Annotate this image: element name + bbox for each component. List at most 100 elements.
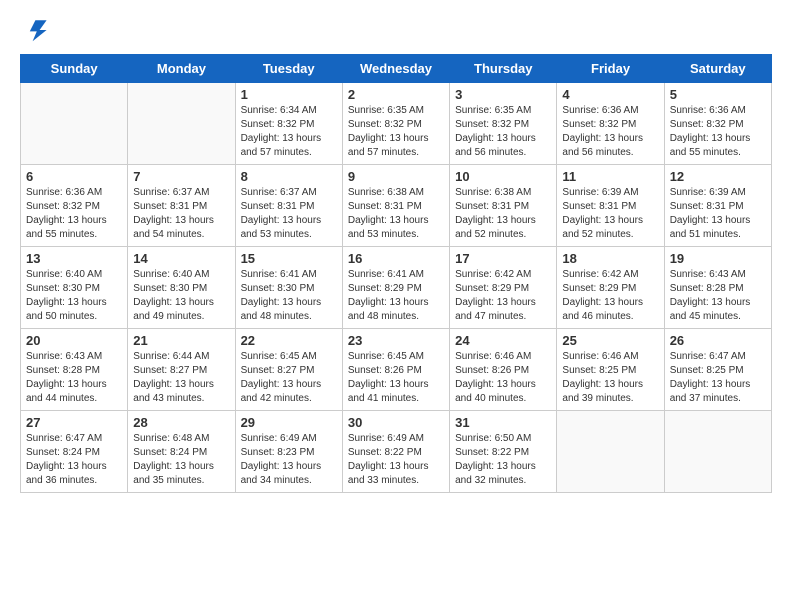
calendar-cell: 21 Sunrise: 6:44 AM Sunset: 8:27 PM Dayli… (128, 329, 235, 411)
calendar-cell (557, 411, 664, 493)
calendar-cell: 9 Sunrise: 6:38 AM Sunset: 8:31 PM Daylig… (342, 165, 449, 247)
calendar-cell: 28 Sunrise: 6:48 AM Sunset: 8:24 PM Dayli… (128, 411, 235, 493)
day-number: 9 (348, 169, 444, 184)
calendar-cell: 25 Sunrise: 6:46 AM Sunset: 8:25 PM Dayli… (557, 329, 664, 411)
calendar-cell: 12 Sunrise: 6:39 AM Sunset: 8:31 PM Dayli… (664, 165, 771, 247)
calendar-cell (128, 83, 235, 165)
header (20, 16, 772, 44)
day-number: 30 (348, 415, 444, 430)
day-info: Sunrise: 6:46 AM Sunset: 8:26 PM Dayligh… (455, 350, 551, 406)
calendar-week-row: 13Sunrise: 6:40 AM Sunset: 8:30 PM Dayli… (21, 247, 772, 329)
day-number: 25 (562, 333, 658, 348)
day-info: Sunrise: 6:38 AM Sunset: 8:31 PM Dayligh… (455, 186, 551, 242)
day-info: Sunrise: 6:41 AM Sunset: 8:29 PM Dayligh… (348, 268, 444, 324)
day-info: Sunrise: 6:42 AM Sunset: 8:29 PM Dayligh… (455, 268, 551, 324)
day-number: 23 (348, 333, 444, 348)
day-info: Sunrise: 6:49 AM Sunset: 8:23 PM Dayligh… (241, 432, 337, 488)
day-info: Sunrise: 6:36 AM Sunset: 8:32 PM Dayligh… (670, 104, 766, 160)
day-number: 12 (670, 169, 766, 184)
day-info: Sunrise: 6:36 AM Sunset: 8:32 PM Dayligh… (26, 186, 122, 242)
calendar-cell: 4 Sunrise: 6:36 AM Sunset: 8:32 PM Daylig… (557, 83, 664, 165)
day-number: 10 (455, 169, 551, 184)
day-number: 14 (133, 251, 229, 266)
calendar-cell: 22 Sunrise: 6:45 AM Sunset: 8:27 PM Dayli… (235, 329, 342, 411)
day-info: Sunrise: 6:46 AM Sunset: 8:25 PM Dayligh… (562, 350, 658, 406)
calendar-cell: 20Sunrise: 6:43 AM Sunset: 8:28 PM Dayli… (21, 329, 128, 411)
calendar-cell: 13Sunrise: 6:40 AM Sunset: 8:30 PM Dayli… (21, 247, 128, 329)
weekday-header-friday: Friday (557, 55, 664, 83)
day-info: Sunrise: 6:50 AM Sunset: 8:22 PM Dayligh… (455, 432, 551, 488)
day-info: Sunrise: 6:44 AM Sunset: 8:27 PM Dayligh… (133, 350, 229, 406)
calendar-week-row: 1 Sunrise: 6:34 AM Sunset: 8:32 PM Daylig… (21, 83, 772, 165)
logo-icon (20, 16, 48, 44)
weekday-header-tuesday: Tuesday (235, 55, 342, 83)
day-number: 4 (562, 87, 658, 102)
calendar-cell: 30 Sunrise: 6:49 AM Sunset: 8:22 PM Dayli… (342, 411, 449, 493)
day-number: 21 (133, 333, 229, 348)
day-number: 6 (26, 169, 122, 184)
day-info: Sunrise: 6:40 AM Sunset: 8:30 PM Dayligh… (26, 268, 122, 324)
day-info: Sunrise: 6:39 AM Sunset: 8:31 PM Dayligh… (670, 186, 766, 242)
calendar-cell: 11 Sunrise: 6:39 AM Sunset: 8:31 PM Dayli… (557, 165, 664, 247)
calendar-cell: 23Sunrise: 6:45 AM Sunset: 8:26 PM Dayli… (342, 329, 449, 411)
calendar-cell: 8 Sunrise: 6:37 AM Sunset: 8:31 PM Daylig… (235, 165, 342, 247)
calendar-table: SundayMondayTuesdayWednesdayThursdayFrid… (20, 54, 772, 493)
logo (20, 16, 52, 44)
calendar-week-row: 6 Sunrise: 6:36 AM Sunset: 8:32 PM Daylig… (21, 165, 772, 247)
day-number: 22 (241, 333, 337, 348)
day-info: Sunrise: 6:35 AM Sunset: 8:32 PM Dayligh… (455, 104, 551, 160)
day-number: 17 (455, 251, 551, 266)
day-info: Sunrise: 6:47 AM Sunset: 8:24 PM Dayligh… (26, 432, 122, 488)
day-info: Sunrise: 6:36 AM Sunset: 8:32 PM Dayligh… (562, 104, 658, 160)
calendar-cell: 5 Sunrise: 6:36 AM Sunset: 8:32 PM Daylig… (664, 83, 771, 165)
day-number: 28 (133, 415, 229, 430)
day-number: 5 (670, 87, 766, 102)
day-info: Sunrise: 6:43 AM Sunset: 8:28 PM Dayligh… (26, 350, 122, 406)
day-info: Sunrise: 6:43 AM Sunset: 8:28 PM Dayligh… (670, 268, 766, 324)
day-number: 15 (241, 251, 337, 266)
calendar-cell: 15Sunrise: 6:41 AM Sunset: 8:30 PM Dayli… (235, 247, 342, 329)
day-number: 19 (670, 251, 766, 266)
calendar-cell: 7Sunrise: 6:37 AM Sunset: 8:31 PM Daylig… (128, 165, 235, 247)
day-info: Sunrise: 6:34 AM Sunset: 8:32 PM Dayligh… (241, 104, 337, 160)
calendar-cell: 26Sunrise: 6:47 AM Sunset: 8:25 PM Dayli… (664, 329, 771, 411)
day-info: Sunrise: 6:49 AM Sunset: 8:22 PM Dayligh… (348, 432, 444, 488)
day-number: 11 (562, 169, 658, 184)
day-info: Sunrise: 6:38 AM Sunset: 8:31 PM Dayligh… (348, 186, 444, 242)
calendar-cell: 27Sunrise: 6:47 AM Sunset: 8:24 PM Dayli… (21, 411, 128, 493)
calendar-cell: 29Sunrise: 6:49 AM Sunset: 8:23 PM Dayli… (235, 411, 342, 493)
calendar-cell: 31 Sunrise: 6:50 AM Sunset: 8:22 PM Dayli… (450, 411, 557, 493)
calendar-cell: 17 Sunrise: 6:42 AM Sunset: 8:29 PM Dayli… (450, 247, 557, 329)
calendar-cell: 18Sunrise: 6:42 AM Sunset: 8:29 PM Dayli… (557, 247, 664, 329)
calendar-cell: 3 Sunrise: 6:35 AM Sunset: 8:32 PM Daylig… (450, 83, 557, 165)
calendar-cell: 6 Sunrise: 6:36 AM Sunset: 8:32 PM Daylig… (21, 165, 128, 247)
weekday-row: SundayMondayTuesdayWednesdayThursdayFrid… (21, 55, 772, 83)
calendar-week-row: 27Sunrise: 6:47 AM Sunset: 8:24 PM Dayli… (21, 411, 772, 493)
page: SundayMondayTuesdayWednesdayThursdayFrid… (0, 0, 792, 612)
calendar-cell: 16 Sunrise: 6:41 AM Sunset: 8:29 PM Dayli… (342, 247, 449, 329)
day-info: Sunrise: 6:40 AM Sunset: 8:30 PM Dayligh… (133, 268, 229, 324)
day-number: 31 (455, 415, 551, 430)
calendar-cell: 2Sunrise: 6:35 AM Sunset: 8:32 PM Daylig… (342, 83, 449, 165)
day-number: 26 (670, 333, 766, 348)
calendar-cell: 14 Sunrise: 6:40 AM Sunset: 8:30 PM Dayli… (128, 247, 235, 329)
weekday-header-monday: Monday (128, 55, 235, 83)
day-number: 1 (241, 87, 337, 102)
calendar-cell: 19 Sunrise: 6:43 AM Sunset: 8:28 PM Dayli… (664, 247, 771, 329)
day-number: 24 (455, 333, 551, 348)
calendar-week-row: 20Sunrise: 6:43 AM Sunset: 8:28 PM Dayli… (21, 329, 772, 411)
day-info: Sunrise: 6:37 AM Sunset: 8:31 PM Dayligh… (241, 186, 337, 242)
day-number: 16 (348, 251, 444, 266)
day-number: 3 (455, 87, 551, 102)
day-info: Sunrise: 6:35 AM Sunset: 8:32 PM Dayligh… (348, 104, 444, 160)
day-info: Sunrise: 6:39 AM Sunset: 8:31 PM Dayligh… (562, 186, 658, 242)
calendar-cell (21, 83, 128, 165)
calendar-cell: 24 Sunrise: 6:46 AM Sunset: 8:26 PM Dayli… (450, 329, 557, 411)
weekday-header-thursday: Thursday (450, 55, 557, 83)
day-info: Sunrise: 6:45 AM Sunset: 8:27 PM Dayligh… (241, 350, 337, 406)
day-info: Sunrise: 6:42 AM Sunset: 8:29 PM Dayligh… (562, 268, 658, 324)
weekday-header-saturday: Saturday (664, 55, 771, 83)
day-number: 8 (241, 169, 337, 184)
day-info: Sunrise: 6:37 AM Sunset: 8:31 PM Dayligh… (133, 186, 229, 242)
day-info: Sunrise: 6:48 AM Sunset: 8:24 PM Dayligh… (133, 432, 229, 488)
